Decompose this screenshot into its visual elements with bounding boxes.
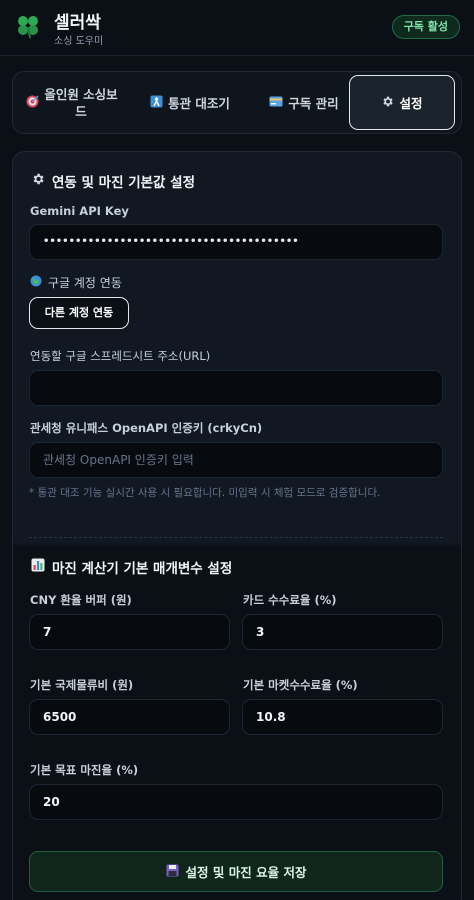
margin-section-title: 마진 계산기 기본 매개변수 설정 (31, 557, 232, 577)
tab-label: 통관 대조기 (168, 96, 230, 111)
google-account-row: 구글 계정 연동 (30, 274, 122, 291)
customs-icon (150, 95, 163, 111)
spreadsheet-url-input[interactable] (29, 370, 443, 406)
customs-api-key-label: 관세청 유니패스 OpenAPI 인증키 (crkyCn) (30, 421, 263, 435)
market-fee-label: 기본 마켓수수료율 (%) (243, 678, 358, 692)
tab-label: 구독 관리 (288, 96, 339, 111)
tab-settings[interactable]: 설정 (349, 75, 455, 130)
customs-api-key-input[interactable]: 관세청 OpenAPI 인증키 입력 (29, 442, 443, 478)
tab-subscription[interactable]: 구독 관리 (249, 72, 359, 133)
intl-shipping-input[interactable]: 6500 (29, 699, 230, 735)
integration-section-title: 연동 및 마진 기본값 설정 (31, 171, 195, 191)
intl-shipping-label: 기본 국제물류비 (원) (30, 678, 134, 692)
main-tabs: 올인원 소싱보드 통관 대조기 구독 관리 설정 (12, 71, 462, 134)
gear-icon (381, 95, 394, 111)
app-header: 셀러싹 소싱 도우미 구독 활성 (0, 0, 474, 56)
app-root: 셀러싹 소싱 도우미 구독 활성 올인원 소싱보드 통관 대조기 구독 관리 설… (0, 0, 474, 900)
subscription-status-badge: 구독 활성 (391, 15, 460, 39)
market-fee-input[interactable]: 10.8 (242, 699, 443, 735)
floppy-disk-icon (166, 864, 179, 880)
settings-card: 연동 및 마진 기본값 설정 Gemini API Key ••••••••••… (12, 151, 462, 900)
credit-card-icon (269, 95, 283, 110)
brand-subtitle: 소싱 도우미 (54, 36, 104, 47)
gemini-api-key-label: Gemini API Key (30, 204, 129, 218)
tab-label: 올인원 소싱보드 (44, 86, 118, 119)
section-divider (29, 537, 443, 538)
target-margin-input[interactable]: 20 (29, 784, 443, 820)
gear-icon (31, 172, 45, 190)
globe-icon (30, 275, 42, 290)
google-account-label: 구글 계정 연동 (48, 276, 122, 290)
target-margin-label: 기본 목표 마진율 (%) (30, 763, 139, 777)
clover-icon (16, 13, 40, 39)
target-icon (26, 95, 39, 111)
spreadsheet-url-label: 연동할 구글 스프레드시트 주소(URL) (30, 349, 211, 363)
tab-customs-checker[interactable]: 통관 대조기 (131, 72, 249, 133)
customs-api-note: * 통관 대조 기능 실시간 사용 시 필요합니다. 미입력 시 체험 모드로 … (29, 487, 381, 499)
bar-chart-icon (31, 558, 45, 576)
tab-label: 설정 (399, 96, 423, 111)
switch-google-account-button[interactable]: 다른 계정 연동 (29, 297, 129, 329)
save-button-label: 설정 및 마진 요율 저장 (185, 865, 307, 880)
card-fee-input[interactable]: 3 (242, 614, 443, 650)
save-settings-button[interactable]: 설정 및 마진 요율 저장 (29, 851, 443, 892)
cny-buffer-label: CNY 환율 버퍼 (원) (30, 593, 132, 607)
section-title-text: 연동 및 마진 기본값 설정 (52, 175, 195, 191)
brand-name: 셀러싹 (54, 13, 101, 33)
card-fee-label: 카드 수수료율 (%) (243, 593, 337, 607)
section-title-text: 마진 계산기 기본 매개변수 설정 (52, 561, 233, 577)
tab-allinone-sourcing[interactable]: 올인원 소싱보드 (13, 72, 131, 133)
cny-buffer-input[interactable]: 7 (29, 614, 230, 650)
gemini-api-key-input[interactable]: •••••••••••••••••••••••••••••••••••••••• (29, 224, 443, 260)
